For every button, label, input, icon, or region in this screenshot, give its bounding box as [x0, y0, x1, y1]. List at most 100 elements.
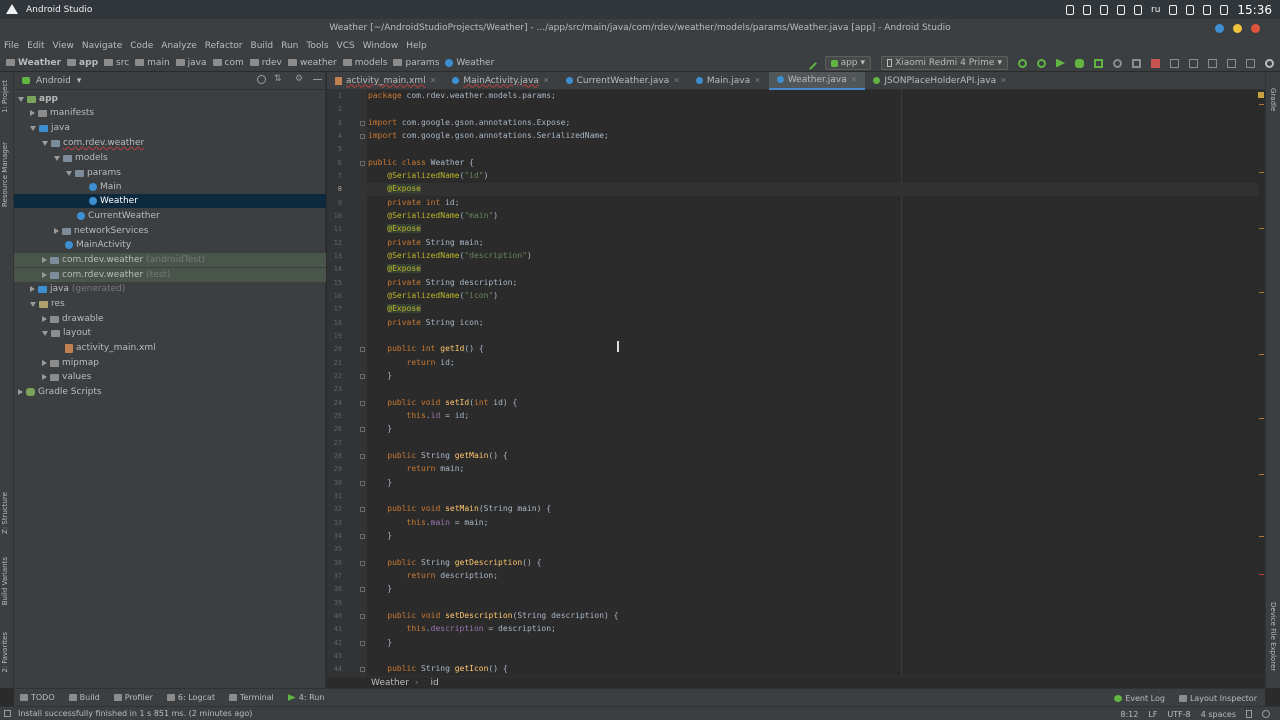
close-tab-icon[interactable]: ✕: [430, 76, 437, 85]
run-icon[interactable]: [1056, 58, 1065, 68]
fold-marker-icon[interactable]: [360, 160, 365, 166]
code-line[interactable]: package com.rdev.weather.models.params;: [368, 91, 556, 100]
chevron-down-icon[interactable]: ▾: [77, 76, 82, 86]
code-line[interactable]: this.id = id;: [368, 411, 470, 420]
nav-crumb-src[interactable]: src: [104, 58, 129, 68]
run-tool-button[interactable]: 4: Run: [287, 693, 324, 702]
hammer-icon[interactable]: [803, 56, 817, 70]
expand-arrow-icon[interactable]: [30, 286, 35, 292]
line-number[interactable]: 35: [334, 545, 342, 553]
breadcrumb-class[interactable]: Weather: [371, 678, 409, 688]
tool-windows-toggle-icon[interactable]: [4, 710, 11, 717]
close-tab-icon[interactable]: ✕: [851, 75, 858, 84]
line-number[interactable]: 31: [334, 492, 342, 500]
cloud-icon[interactable]: [1066, 4, 1074, 15]
power-icon[interactable]: [1220, 4, 1229, 15]
line-number[interactable]: 12: [334, 239, 342, 247]
line-number[interactable]: 39: [334, 599, 342, 607]
nav-crumb-models[interactable]: models: [342, 58, 387, 68]
layout-inspector-icon[interactable]: [1246, 58, 1255, 68]
tree-item-main-activity[interactable]: MainActivity: [65, 238, 131, 252]
tab-json-placeholder-api[interactable]: JSONPlaceHolderAPI.java ✕: [865, 72, 1015, 90]
code-line[interactable]: }: [368, 424, 392, 433]
expand-arrow-icon[interactable]: [42, 272, 47, 278]
device-select[interactable]: Xiaomi Redmi 4 Prime ▾: [881, 56, 1008, 70]
tree-item-activity-main-xml[interactable]: activity_main.xml: [65, 341, 156, 355]
code-editor[interactable]: package com.rdev.weather.models.params; i…: [367, 90, 1258, 676]
code-line[interactable]: @SerializedName("icon"): [368, 291, 498, 300]
fold-marker-icon[interactable]: [360, 507, 365, 513]
fold-marker-icon[interactable]: [360, 480, 365, 486]
expand-arrow-icon[interactable]: [30, 110, 35, 116]
file-encoding[interactable]: UTF-8: [1167, 710, 1190, 719]
line-number[interactable]: 13: [334, 252, 342, 260]
code-line[interactable]: @Expose: [368, 264, 421, 274]
build-variants-tool-tab[interactable]: Build Variants: [1, 557, 9, 605]
debug-icon[interactable]: [1075, 58, 1084, 68]
line-number[interactable]: 24: [334, 399, 342, 407]
tree-item-weather-class[interactable]: Weather: [89, 194, 138, 208]
close-tab-icon[interactable]: ✕: [673, 76, 680, 85]
line-number[interactable]: 9: [338, 199, 342, 207]
expand-arrow-icon[interactable]: [42, 257, 47, 263]
menu-build[interactable]: Build: [251, 41, 274, 51]
code-line[interactable]: }: [368, 584, 392, 593]
tree-item-layout[interactable]: layout: [42, 326, 91, 340]
expand-arrow-icon[interactable]: [42, 140, 48, 146]
line-number[interactable]: 20: [334, 345, 342, 353]
caret-position[interactable]: 8:12: [1120, 710, 1138, 719]
tree-item-main-class[interactable]: Main: [89, 180, 122, 194]
line-number[interactable]: 29: [334, 465, 342, 473]
device-file-explorer-tool-tab[interactable]: Device File Explorer: [1269, 602, 1277, 671]
fold-marker-icon[interactable]: [360, 587, 365, 593]
avd-manager-icon[interactable]: [1208, 58, 1217, 68]
menu-run[interactable]: Run: [281, 41, 298, 51]
code-line[interactable]: public int getId() {: [368, 344, 483, 353]
clipboard-icon[interactable]: [1117, 4, 1125, 15]
code-line[interactable]: public void setId(int id) {: [368, 398, 517, 407]
clock[interactable]: 15:36: [1237, 3, 1272, 17]
line-number[interactable]: 21: [334, 359, 342, 367]
close-tab-icon[interactable]: ✕: [754, 76, 761, 85]
volume-icon[interactable]: [1134, 4, 1142, 15]
warning-mark[interactable]: [1259, 172, 1264, 173]
code-line[interactable]: private String description;: [368, 278, 517, 287]
tab-main[interactable]: Main.java ✕: [688, 72, 769, 90]
code-line[interactable]: @SerializedName("main"): [368, 211, 498, 220]
nav-crumb-module[interactable]: app: [67, 58, 98, 68]
warning-mark[interactable]: [1259, 292, 1264, 293]
line-number[interactable]: 32: [334, 505, 342, 513]
battery-icon[interactable]: [1203, 4, 1212, 15]
line-number[interactable]: 6: [338, 159, 342, 167]
indent-setting[interactable]: 4 spaces: [1201, 710, 1236, 719]
fold-marker-icon[interactable]: [360, 560, 365, 566]
hide-panel-icon[interactable]: [313, 79, 322, 80]
tree-item-current-weather-class[interactable]: CurrentWeather: [77, 209, 160, 223]
gradle-tool-tab[interactable]: Gradle: [1269, 88, 1277, 111]
nav-crumb-com[interactable]: com: [212, 58, 244, 68]
project-structure-icon[interactable]: [1170, 58, 1179, 68]
fold-marker-icon[interactable]: [360, 613, 365, 619]
line-number[interactable]: 4: [338, 132, 342, 140]
status-message[interactable]: Install successfully finished in 1 s 851…: [18, 709, 252, 718]
line-number[interactable]: 16: [334, 292, 342, 300]
expand-arrow-icon[interactable]: [42, 374, 47, 380]
code-line[interactable]: }: [368, 371, 392, 380]
terminal-tool-button[interactable]: Terminal: [228, 693, 274, 702]
expand-arrow-icon[interactable]: [42, 360, 47, 366]
line-number[interactable]: 11: [334, 225, 342, 233]
code-line[interactable]: import com.google.gson.annotations.Expos…: [368, 118, 570, 127]
line-number[interactable]: 38: [334, 585, 342, 593]
code-line[interactable]: @Expose: [368, 304, 421, 314]
line-number[interactable]: 28: [334, 452, 342, 460]
code-line[interactable]: public void setMain(String main) {: [368, 504, 551, 513]
expand-arrow-icon[interactable]: [30, 125, 36, 131]
minimize-button[interactable]: [1215, 24, 1224, 33]
line-number[interactable]: 27: [334, 439, 342, 447]
tree-item-drawable[interactable]: drawable: [42, 312, 104, 326]
project-tool-tab[interactable]: 1: Project: [1, 80, 9, 113]
menu-refactor[interactable]: Refactor: [205, 41, 243, 51]
attach-debugger-icon[interactable]: [1132, 58, 1141, 68]
code-line[interactable]: public String getDescription() {: [368, 558, 541, 567]
line-number[interactable]: 8: [338, 185, 342, 193]
